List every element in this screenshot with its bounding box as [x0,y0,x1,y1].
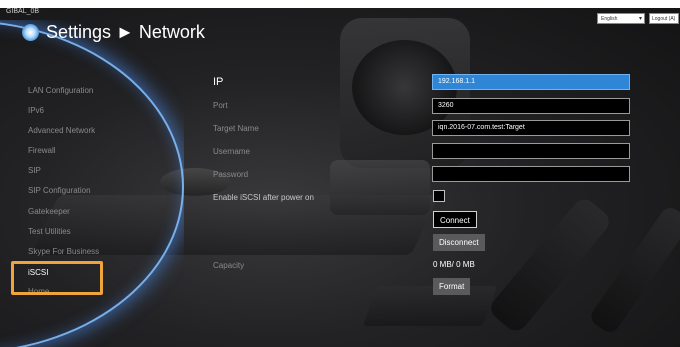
username-label: Username [213,147,250,156]
chevron-down-icon: ▾ [638,16,642,22]
sidebar-item-ipv6[interactable]: IPv6 [28,106,44,115]
logout-button[interactable]: Logout (A) [649,13,679,24]
sidebar-item-lan-configuration[interactable]: LAN Configuration [28,86,93,95]
capacity-label: Capacity [213,261,245,270]
port-label: Port [213,101,228,110]
sidebar-item-gatekeeper[interactable]: Gatekeeper [28,207,70,216]
username-field[interactable] [432,143,630,159]
target-name-label: Target Name [213,124,259,133]
enable-iscsi-checkbox[interactable] [433,190,445,202]
password-field[interactable] [432,166,630,182]
sidebar-item-firewall[interactable]: Firewall [28,146,56,155]
port-field[interactable]: 3260 [432,98,630,114]
settings-logo-icon [22,24,39,41]
capacity-value: 0 MB/ 0 MB [433,260,475,269]
enable-iscsi-label: Enable iSCSI after power on [213,193,314,202]
sidebar-item-test-utilities[interactable]: Test Utilities [28,227,71,236]
hub-decor [362,286,498,326]
sidebar-item-advanced-network[interactable]: Advanced Network [28,126,95,135]
language-select-value: English [601,16,618,22]
top-strip [0,0,680,8]
format-button[interactable]: Format [433,278,471,295]
connect-button[interactable]: Connect [433,211,477,228]
ip-field[interactable]: 192.168.1.1 [432,74,630,90]
active-item-highlight [11,261,103,295]
codec-box-decor [330,160,430,215]
ip-label: IP [213,76,224,88]
password-label: Password [213,170,249,179]
sidebar-item-skype-for-business[interactable]: Skype For Business [28,247,99,256]
sidebar-item-sip-configuration[interactable]: SIP Configuration [28,186,91,195]
language-select[interactable]: English ▾ [597,13,645,24]
device-id: GIBAL_0B [6,8,40,15]
page-title: Settings ► Network [46,22,205,42]
app-window: GIBAL_0B Settings ► Network English ▾ Lo… [0,0,680,347]
sidebar-item-sip[interactable]: SIP [28,166,41,175]
target-name-field[interactable]: iqn.2016-07.com.test:Target [432,120,630,136]
disconnect-button[interactable]: Disconnect [433,234,485,251]
